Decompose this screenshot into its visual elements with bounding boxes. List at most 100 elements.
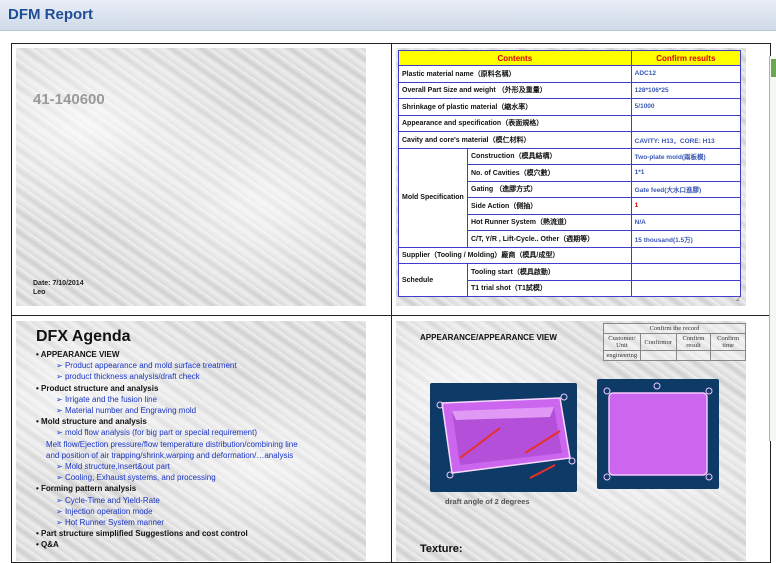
record-cell bbox=[639, 350, 677, 361]
agenda-subitem: Material number and Engraving mold bbox=[36, 405, 351, 416]
agenda-subitem: Cycle-Time and Yield-Rate bbox=[36, 495, 351, 506]
spec-table: Contents Confirm results Plastic materia… bbox=[398, 50, 742, 297]
record-cell: engineering bbox=[603, 350, 641, 361]
slide-cover[interactable]: 41-140600 Date: 7/10/2014 Leo bbox=[16, 48, 366, 306]
row-value: 5/1000 bbox=[630, 98, 742, 116]
mount-hole bbox=[568, 457, 576, 465]
mount-hole bbox=[653, 382, 661, 390]
report-header: DFM Report bbox=[0, 0, 776, 31]
agenda-title: DFX Agenda bbox=[36, 328, 131, 345]
confirm-record-table: Confirm the record Customer/ Unit Confir… bbox=[603, 323, 746, 361]
report-title: DFM Report bbox=[8, 6, 93, 23]
mount-hole bbox=[705, 473, 713, 481]
row-label: Overall Part Size and weight （外形及重量） bbox=[398, 81, 632, 99]
row-label: Side Action（側抽） bbox=[467, 197, 632, 215]
part-render-angled bbox=[436, 393, 576, 479]
confirm-results-header: Confirm results bbox=[630, 50, 742, 66]
agenda-subitem: Mold structure,insert&out part bbox=[36, 461, 351, 472]
agenda-subitem: mold flow analysis (for big part or spec… bbox=[36, 427, 351, 438]
row-value bbox=[630, 263, 742, 281]
agenda-heading: Forming pattern analysis bbox=[36, 483, 351, 494]
grid-divider-horizontal bbox=[12, 315, 770, 316]
page-number: 2 bbox=[736, 296, 740, 303]
row-label: Appearance and specification（表面規格） bbox=[398, 114, 632, 132]
record-cell bbox=[675, 350, 712, 361]
agenda-subitem: Product appearance and mold surface trea… bbox=[36, 360, 351, 371]
slide-spec-table[interactable]: Contents Confirm results Plastic materia… bbox=[396, 48, 746, 306]
table-row: engineering bbox=[603, 350, 746, 361]
row-value: 1 bbox=[630, 197, 742, 215]
row-label: Construction（模具結構） bbox=[467, 147, 632, 165]
supplier-label: Supplier（Tooling / Molding）廠商（模具/成型） bbox=[398, 246, 632, 264]
row-label: No. of Cavities（模穴數） bbox=[467, 164, 632, 182]
row-value: N/A bbox=[630, 213, 742, 231]
slide-grid: 41-140600 Date: 7/10/2014 Leo Contents C… bbox=[11, 43, 771, 563]
table-row: Customer/ Unit Confirmor Confirm result … bbox=[603, 333, 746, 351]
row-value bbox=[630, 279, 742, 297]
row-label: C/T, Y/R , Lift-Cycle.. Other（週期等） bbox=[467, 230, 632, 248]
mount-hole bbox=[560, 393, 568, 401]
agenda-heading: Mold structure and analysis bbox=[36, 416, 351, 427]
row-value: CAVITY: H13，CORE: H13 bbox=[630, 131, 742, 149]
agenda-heading: Part structure simplified Suggestions an… bbox=[36, 528, 351, 539]
row-label: T1 trial shot（T1試模） bbox=[467, 279, 632, 297]
cover-footer: Date: 7/10/2014 Leo bbox=[33, 279, 84, 297]
agenda-subitem: product thickness analysis/draft check bbox=[36, 371, 351, 382]
row-label: Shrinkage of plastic material（縮水率） bbox=[398, 98, 632, 116]
agenda-subitem: Irrigate and the fusion line bbox=[36, 394, 351, 405]
cover-date: Date: 7/10/2014 bbox=[33, 280, 84, 287]
part-image-top bbox=[597, 379, 719, 489]
part-image-angled bbox=[430, 383, 577, 492]
agenda-subitem: Cooling, Exhaust systems, and processing bbox=[36, 472, 351, 483]
row-value bbox=[630, 246, 742, 264]
row-label: Tooling start（模具啟動） bbox=[467, 263, 632, 281]
draft-arrow bbox=[529, 464, 556, 479]
row-value: 15 thousand(1.5万) bbox=[630, 230, 742, 248]
side-panel-edge[interactable] bbox=[769, 56, 776, 441]
agenda-subitem: and position of air trapping/shrink,warp… bbox=[46, 450, 294, 460]
agenda-subitem: Melt flow/Ejection pressure/flow tempera… bbox=[46, 439, 298, 449]
row-value: 128*106*25 bbox=[630, 81, 742, 99]
agenda-subitem: Hot Runner System manner bbox=[36, 517, 351, 528]
table-row: Plastic material name（原料名稱） ADC12 bbox=[398, 65, 742, 83]
slide-agenda[interactable]: DFX Agenda APPEARANCE VIEWProduct appear… bbox=[16, 321, 366, 561]
part-render-top bbox=[603, 382, 713, 481]
appearance-title: APPEARANCE/APPEARANCE VIEW bbox=[420, 333, 557, 342]
spec-table-header: Contents Confirm results bbox=[398, 50, 742, 66]
mold-spec-label: Mold Specification bbox=[398, 147, 468, 248]
table-row: Confirm the record bbox=[603, 323, 746, 334]
texture-label: Texture: bbox=[420, 543, 463, 555]
row-label: Gating （進膠方式） bbox=[467, 180, 632, 198]
row-value: Two-plate mold(兩板模) bbox=[630, 147, 742, 165]
record-col: Confirmor bbox=[639, 333, 677, 351]
project-code: 41-140600 bbox=[33, 91, 105, 108]
record-col: Confirm result bbox=[675, 333, 712, 351]
part-body bbox=[608, 392, 708, 476]
mount-hole bbox=[705, 387, 713, 395]
side-panel-tab[interactable] bbox=[771, 59, 776, 77]
mount-hole bbox=[603, 473, 611, 481]
record-title: Confirm the record bbox=[603, 323, 746, 334]
row-label: Hot Runner System（熱流道） bbox=[467, 213, 632, 231]
schedule-label: Schedule bbox=[398, 263, 468, 297]
agenda-heading: Q&A bbox=[36, 539, 351, 550]
draft-caption: draft angle of 2 degrees bbox=[445, 497, 530, 506]
table-row: Schedule Tooling start（模具啟動） bbox=[398, 263, 742, 297]
table-row: Shrinkage of plastic material（縮水率） 5/1000 bbox=[398, 98, 742, 116]
table-row: Supplier（Tooling / Molding）廠商（模具/成型） bbox=[398, 246, 742, 264]
cover-author: Leo bbox=[33, 289, 46, 296]
grid-divider-vertical bbox=[391, 44, 392, 562]
mount-hole bbox=[446, 471, 454, 479]
agenda-subitem: Injection operation mode bbox=[36, 506, 351, 517]
agenda-list: APPEARANCE VIEWProduct appearance and mo… bbox=[36, 349, 351, 551]
record-col: Customer/ Unit bbox=[603, 333, 641, 351]
row-label: Plastic material name（原料名稱） bbox=[398, 65, 632, 83]
row-label: Cavity and core's material（模仁材料） bbox=[398, 131, 632, 149]
slide-appearance[interactable]: APPEARANCE/APPEARANCE VIEW Confirm the r… bbox=[396, 321, 746, 561]
agenda-heading: Product structure and analysis bbox=[36, 383, 351, 394]
table-row: Overall Part Size and weight （外形及重量） 128*… bbox=[398, 81, 742, 99]
table-row: Mold Specification Construction（模具結構） Two… bbox=[398, 147, 742, 248]
row-value bbox=[630, 114, 742, 132]
row-value: 1*1 bbox=[630, 164, 742, 182]
table-row: Cavity and core's material（模仁材料） CAVITY: … bbox=[398, 131, 742, 149]
